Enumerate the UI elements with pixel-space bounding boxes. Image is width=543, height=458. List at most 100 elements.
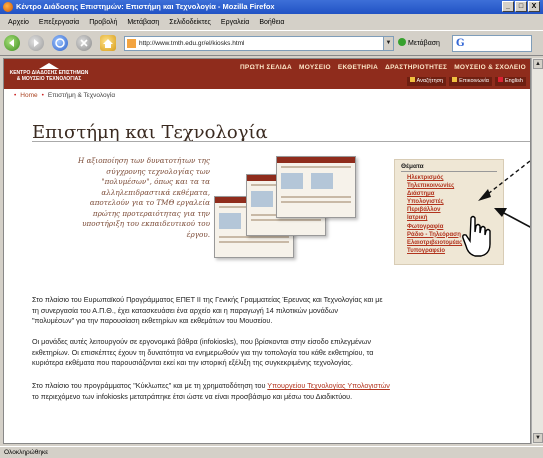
english-button[interactable]: English [494,77,526,86]
nav-home[interactable]: ΠΡΩΤΗ ΣΕΛΙΔΑ [240,64,292,71]
breadcrumb-bullet-icon: • [14,92,17,99]
nav-exhibitions[interactable]: ΕΚΘΕΤΗΡΙΑ [338,64,378,71]
url-dropdown-icon[interactable]: ▼ [383,36,394,51]
logo-line-2: & ΜΟΥΣΕΙΟ ΤΕΧΝΟΛΟΓΙΑΣ [16,76,82,82]
paragraph-text: Στο πλαίσιο του προγράμματος "Κύκλωπες" … [32,381,266,390]
intro-line: έργου. [186,229,210,239]
reload-icon[interactable] [52,35,68,51]
paragraph-2: Οι μονάδες αυτές λειτουργούν σε εργονομι… [32,337,527,369]
english-label: English [504,78,523,84]
back-icon[interactable] [4,35,20,51]
minimize-button[interactable]: _ [502,1,514,12]
breadcrumb-current: Επιστήμη & Τεχνολογία [47,92,116,99]
title-divider [32,141,530,142]
intro-line: Η αξιοποίηση των δυνατοτήτων της [78,156,210,165]
go-label: Μετάβαση [408,40,440,47]
close-button[interactable]: X [528,1,540,12]
stop-icon[interactable] [76,35,92,51]
navigation-toolbar: http://www.tmth.edu.gr/el/kiosks.html ▼ … [0,30,543,56]
window-title: Κέντρο Διάδοσης Επιστημών: Επιστήμη και … [16,2,275,11]
site-logo[interactable]: ΚΕΝΤΡΟ ΔΙΑΔΟΣΗΣ ΕΠΙΣΤΗΜΩΝ & ΜΟΥΣΕΙΟ ΤΕΧΝ… [9,63,89,85]
url-input[interactable]: http://www.tmth.edu.gr/el/kiosks.html [124,36,384,51]
paragraph-1: Στο πλαίσιο του Ευρωπαϊκού Προγράμματος … [32,295,527,327]
breadcrumb: • Home • Επιστήμη & Τεχνολογία [14,92,115,99]
firefox-icon [3,2,13,12]
nav-activities[interactable]: ΔΡΑΣΤΗΡΙΟΤΗΤΕΣ [385,64,447,71]
hand-cursor-icon [462,215,491,257]
search-label: Αναζήτηση [416,78,444,84]
site-nav: ΠΡΩΤΗ ΣΕΛΙΔΑ ΜΟΥΣΕΙΟ ΕΚΘΕΤΗΡΙΑ ΔΡΑΣΤΗΡΙΟ… [240,64,526,71]
topics-title: Θέματα [401,163,424,170]
title-bar: Κέντρο Διάδοσης Επιστημών: Επιστήμη και … [0,0,543,14]
menu-tools[interactable]: Εργαλεία [221,19,249,26]
screenshot-thumbnail [276,156,356,218]
topic-link[interactable]: Ράδιο - Τηλεόραση [407,231,462,239]
dashed-arrow-icon [478,160,530,201]
uk-flag-icon [497,77,503,82]
topic-link[interactable]: Ιατρική [407,214,462,222]
breadcrumb-bullet-icon: • [41,92,44,99]
search-button[interactable]: Αναζήτηση [406,77,447,86]
solid-arrow-icon [494,208,530,228]
browser-window: Κέντρο Διάδοσης Επιστημών: Επιστήμη και … [0,0,543,458]
go-icon [398,38,406,46]
menu-go[interactable]: Μετάβαση [127,19,159,26]
topics-list: Ηλεκτρισμός Τηλεπικοινωνίες Διάστημα Υπο… [407,174,462,255]
url-text: http://www.tmth.edu.gr/el/kiosks.html [139,40,245,47]
envelope-icon [452,77,458,82]
intro-line: σύγχρονης τεχνολογίας των [106,166,210,176]
nav-museum-school[interactable]: ΜΟΥΣΕΙΟ & ΣΧΟΛΕΙΟ [454,64,526,71]
menu-view[interactable]: Προβολή [89,19,117,26]
ministry-link[interactable]: Υπουργείου Τεχνολογίας Υπολογιστών [267,381,390,390]
intro-text: Η αξιοποίηση των δυνατοτήτων της σύγχρον… [32,156,210,274]
paragraph-line: Οι μονάδες αυτές λειτουργούν σε εργονομι… [32,337,371,346]
menu-bar: Αρχείο Επεξεργασία Προβολή Μετάβαση Σελι… [0,14,543,30]
menu-edit[interactable]: Επεξεργασία [39,19,79,26]
search-icon [409,77,415,82]
topic-link[interactable]: Περιβάλλον [407,206,462,214]
topic-link[interactable]: Ελαιοτριβειοτομέας [407,239,462,247]
maximize-button[interactable]: □ [515,1,527,12]
status-bar: Ολοκληρώθηκε [0,446,543,458]
page-title: Επιστήμη και Τεχνολογία [32,122,268,143]
paragraph-line: "πολυμέσων" για την παρουσίαση εκθετηρίω… [32,316,273,325]
paragraph-line: το περιεχόμενο των infokiosks μετατράπηκ… [32,391,353,401]
topic-link[interactable]: Υπολογιστές [407,198,462,206]
intro-line: αλληλεπιδραστικά εκθέματα, [101,187,210,197]
topic-link[interactable]: Ηλεκτρισμός [407,174,462,182]
topic-link[interactable]: Διάστημα [407,190,462,198]
page-content: ΚΕΝΤΡΟ ΔΙΑΔΟΣΗΣ ΕΠΙΣΤΗΜΩΝ & ΜΟΥΣΕΙΟ ΤΕΧΝ… [3,58,531,444]
google-icon: G [456,38,465,49]
forward-icon[interactable] [28,35,44,51]
paragraph-line: κυριότερα εκθέματα που παρουσιάζονται εκ… [32,358,353,367]
intro-line: "πολυμέσων", όπως και τα τα [101,177,210,186]
contact-label: Επικοινωνία [459,78,489,84]
site-header: ΚΕΝΤΡΟ ΔΙΑΔΟΣΗΣ ΕΠΙΣΤΗΜΩΝ & ΜΟΥΣΕΙΟ ΤΕΧΝ… [4,59,530,89]
logo-roof-icon [39,63,59,69]
paragraph-line: Στο πλαίσιο του Ευρωπαϊκού Προγράμματος … [32,295,383,304]
search-input[interactable]: G [452,35,532,52]
scroll-down-icon[interactable]: ▼ [533,433,543,443]
topic-link[interactable]: Φωτογραφία [407,223,462,231]
contact-button[interactable]: Επικοινωνία [449,77,492,86]
intro-line: αποτελούν για το ΤΜΘ εργαλεία [89,198,210,207]
menu-bookmarks[interactable]: Σελιδοδείκτες [169,19,211,26]
vertical-scrollbar[interactable]: ▲ ▼ [531,58,543,444]
paragraph-line: εκθετηρίων. Οι επισκέπτες έχουν τη δυνατ… [32,347,374,357]
topic-link[interactable]: Τυπογραφείο [407,247,462,255]
topic-link[interactable]: Τηλεπικοινωνίες [407,182,462,190]
site-tools: Αναζήτηση Επικοινωνία English [406,77,526,86]
paragraph-line: τη συνεργασία του Α.Π.Θ., έχει κατασκευά… [32,305,338,315]
nav-museum[interactable]: ΜΟΥΣΕΙΟ [299,64,331,71]
menu-help[interactable]: Βοήθεια [259,19,284,26]
home-icon[interactable] [100,35,116,51]
paragraph-3: Στο πλαίσιο του προγράμματος "Κύκλωπες" … [32,381,527,402]
intro-line: πρώτης προτεραιότητας για την [92,208,210,218]
kiosk-screenshots-image [214,156,359,264]
scroll-up-icon[interactable]: ▲ [533,59,543,69]
menu-file[interactable]: Αρχείο [8,19,29,26]
page-favicon-icon [127,39,136,48]
intro-line: υποστήριξη του εκπαιδευτικού του [82,219,210,228]
go-button[interactable]: Μετάβαση [398,36,440,51]
breadcrumb-home[interactable]: Home [20,92,37,99]
